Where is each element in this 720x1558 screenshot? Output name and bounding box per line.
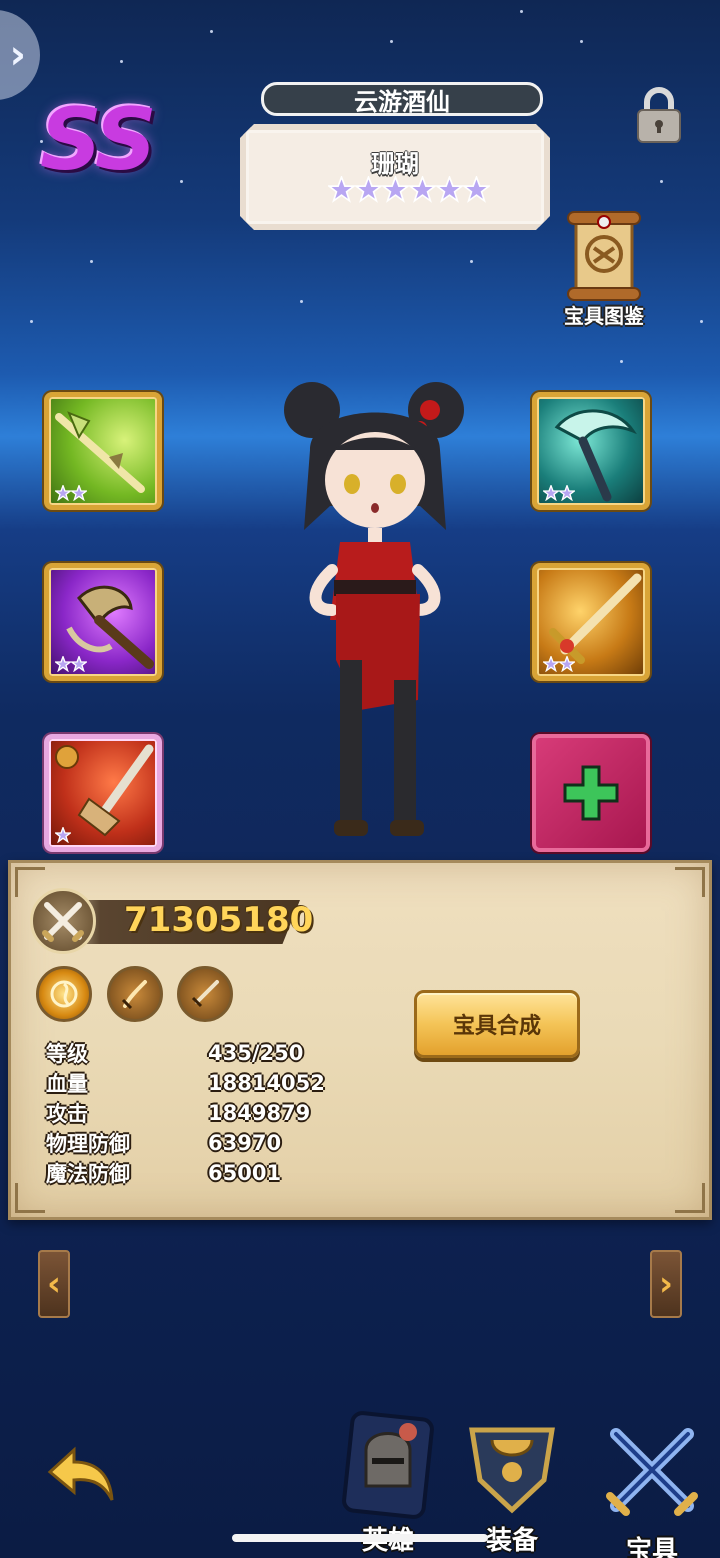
stat-value: 65001 bbox=[208, 1161, 282, 1185]
crossed-swords-icon bbox=[606, 1428, 698, 1516]
expand-chevron-button[interactable]: › bbox=[0, 10, 40, 100]
stat-value: 1849879 bbox=[208, 1101, 311, 1125]
sword-icon bbox=[191, 980, 219, 1008]
stat-value: 63970 bbox=[208, 1131, 282, 1155]
hero-name-panel: 珊瑚 bbox=[240, 124, 550, 230]
stat-row-attack: 攻击 1849879 bbox=[46, 1098, 325, 1128]
star-icon bbox=[559, 656, 575, 672]
star-icon bbox=[71, 485, 87, 501]
skill-3[interactable] bbox=[177, 966, 233, 1022]
skill-1[interactable] bbox=[36, 966, 92, 1022]
treasure-slot-4[interactable] bbox=[532, 392, 650, 510]
star-icon bbox=[559, 485, 575, 501]
slot-stars bbox=[543, 485, 575, 501]
rank-badge: SS bbox=[40, 90, 157, 190]
stat-value: 435/250 bbox=[208, 1041, 304, 1065]
stat-row-magic-defense: 魔法防御 65001 bbox=[46, 1158, 325, 1188]
next-hero-button[interactable]: › bbox=[650, 1250, 682, 1318]
add-treasure-slot[interactable] bbox=[532, 734, 650, 852]
home-indicator[interactable] bbox=[232, 1534, 488, 1542]
slot-stars bbox=[543, 656, 575, 672]
plus-icon bbox=[563, 765, 619, 821]
armor-shield-icon bbox=[469, 1427, 555, 1514]
codex-label: 宝具图鉴 bbox=[564, 304, 644, 328]
slot-stars bbox=[55, 485, 87, 501]
stat-value: 18814052 bbox=[208, 1071, 325, 1095]
star-icon bbox=[409, 176, 436, 203]
hero-name: 珊瑚 bbox=[371, 150, 419, 178]
star-icon bbox=[355, 176, 382, 203]
nav-treasure[interactable]: 宝具 bbox=[602, 1420, 702, 1558]
slot-stars bbox=[55, 827, 71, 843]
stat-label: 魔法防御 bbox=[46, 1162, 130, 1186]
stats-list: 等级 435/250 血量 18814052 攻击 1849879 物理防御 6… bbox=[46, 1038, 325, 1188]
stat-row-physical-defense: 物理防御 63970 bbox=[46, 1128, 325, 1158]
chevron-left-icon: ‹ bbox=[46, 1264, 61, 1304]
hero-title-bar: 云游酒仙 bbox=[261, 82, 543, 116]
star-icon bbox=[382, 176, 409, 203]
stat-label: 物理防御 bbox=[46, 1132, 130, 1156]
star-icon bbox=[543, 485, 559, 501]
padlock-icon bbox=[637, 87, 681, 143]
stat-label: 攻击 bbox=[46, 1102, 88, 1126]
nav-treasure-label: 宝具 bbox=[625, 1536, 678, 1558]
chevron-right-icon: › bbox=[658, 1264, 673, 1304]
stat-row-hp: 血量 18814052 bbox=[46, 1068, 325, 1098]
stat-label: 血量 bbox=[46, 1072, 88, 1096]
star-icon bbox=[463, 176, 490, 203]
treasure-slot-3[interactable] bbox=[44, 734, 162, 852]
combat-power-value: 71305180 bbox=[124, 900, 314, 940]
star-icon bbox=[436, 176, 463, 203]
hero-title: 云游酒仙 bbox=[354, 87, 450, 116]
saber-icon bbox=[121, 980, 147, 1010]
star-icon bbox=[55, 656, 71, 672]
flame-swirl-icon bbox=[50, 980, 78, 1008]
skill-2[interactable] bbox=[107, 966, 163, 1022]
combat-power-icon bbox=[30, 888, 96, 954]
slot-stars bbox=[55, 656, 87, 672]
hero-star-rating bbox=[328, 176, 490, 203]
star-icon bbox=[328, 176, 355, 203]
crossed-swords-icon bbox=[42, 902, 84, 942]
treasure-slot-1[interactable] bbox=[44, 392, 162, 510]
treasure-codex-button[interactable]: 宝具图鉴 bbox=[552, 208, 656, 328]
star-icon bbox=[55, 827, 71, 843]
chevron-right-icon: › bbox=[9, 32, 26, 78]
return-arrow-icon bbox=[47, 1446, 114, 1501]
treasure-forge-button[interactable]: 宝具合成 bbox=[414, 990, 580, 1058]
lock-button[interactable] bbox=[634, 84, 684, 146]
treasure-slot-2[interactable] bbox=[44, 563, 162, 681]
scroll-icon bbox=[567, 211, 641, 301]
star-icon bbox=[71, 656, 87, 672]
star-icon bbox=[55, 485, 71, 501]
back-button[interactable] bbox=[44, 1444, 118, 1506]
hero-character bbox=[284, 382, 464, 836]
star-icon bbox=[543, 656, 559, 672]
treasure-slot-5[interactable] bbox=[532, 563, 650, 681]
knight-helmet-icon bbox=[342, 1411, 434, 1519]
stat-label: 等级 bbox=[46, 1042, 88, 1066]
previous-hero-button[interactable]: ‹ bbox=[38, 1250, 70, 1318]
stat-row-level: 等级 435/250 bbox=[46, 1038, 325, 1068]
